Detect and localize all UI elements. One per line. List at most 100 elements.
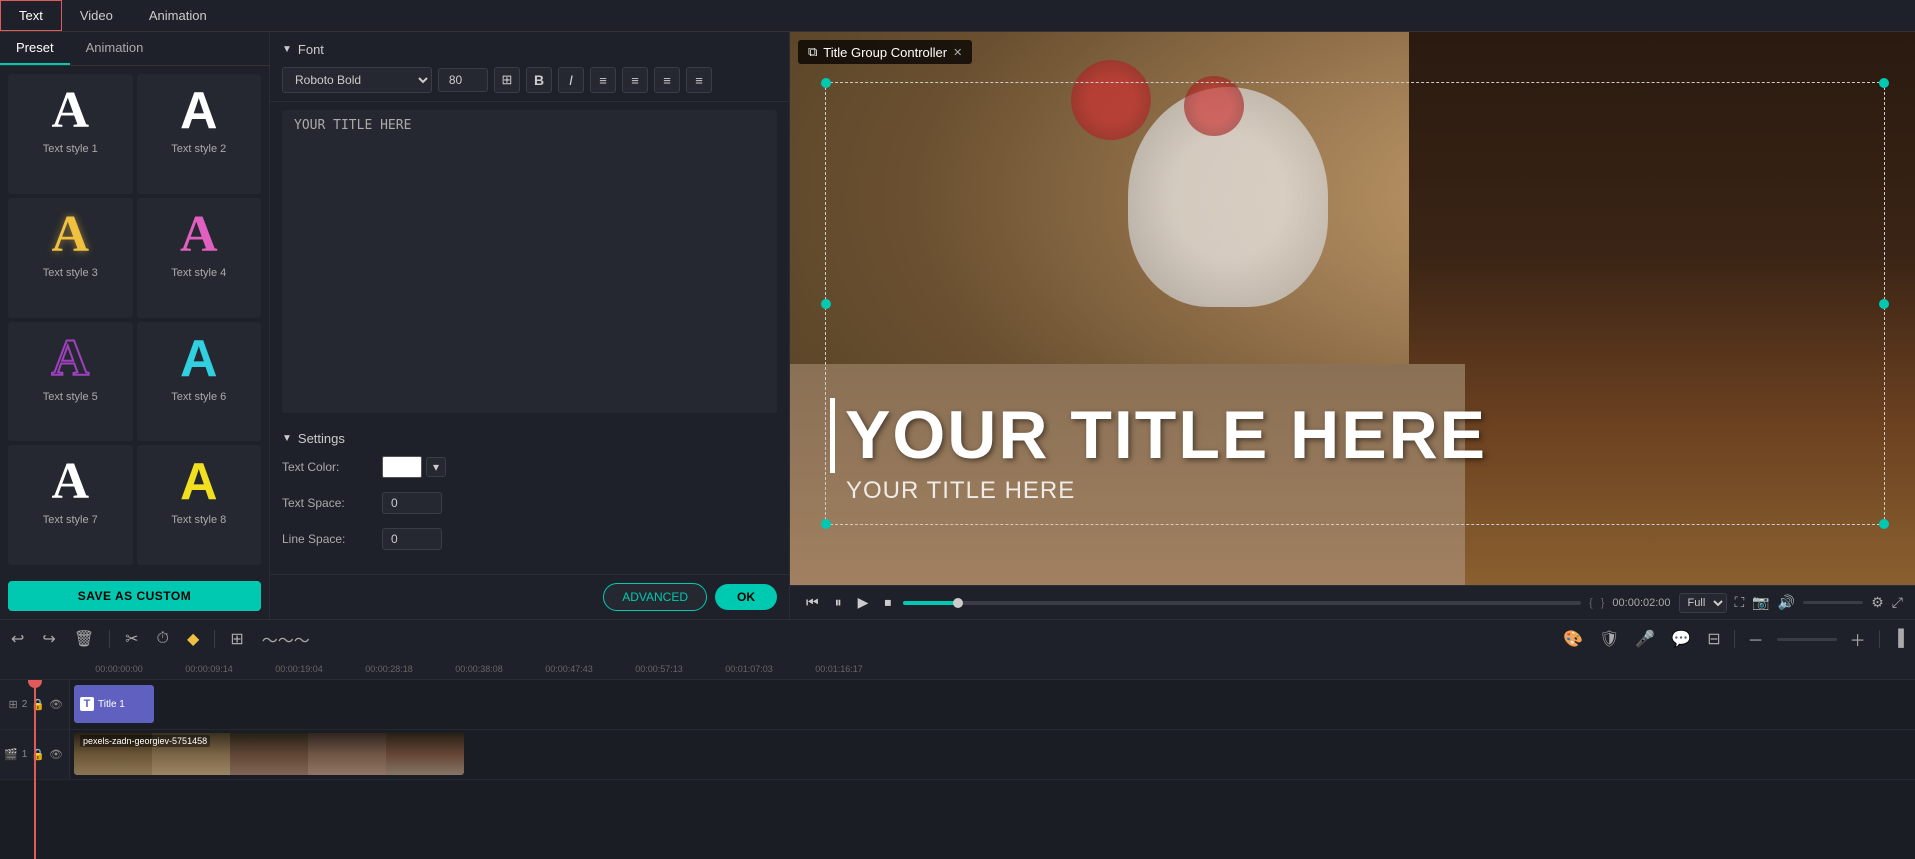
title-group-badge[interactable]: ⧉ Title Group Controller ✕ — [798, 40, 972, 64]
font-family-select[interactable]: Roboto Bold — [282, 67, 432, 93]
video-clip-label: pexels-zadn-georgiev-5751458 — [80, 735, 210, 747]
video-background: ⧉ Title Group Controller ✕ YOUR TITLE HE… — [790, 32, 1915, 585]
progress-bar[interactable] — [903, 601, 1581, 605]
subtitle-icon[interactable]: 💬 — [1668, 626, 1694, 652]
style-item-8[interactable]: A Text style 8 — [137, 445, 262, 565]
fullscreen-icon[interactable]: ⛶ — [1735, 594, 1745, 611]
color-grading-icon[interactable]: 🎨 — [1560, 626, 1586, 652]
ruler-mark-6: 00:00:57:13 — [614, 664, 704, 674]
title-text-input[interactable]: YOUR TITLE HERE — [294, 118, 765, 405]
title-group-close-icon[interactable]: ✕ — [953, 46, 962, 59]
style-item-1[interactable]: A Text style 1 — [8, 74, 133, 194]
mask-icon[interactable]: 🛡 — [1596, 626, 1622, 652]
italic-btn[interactable]: I — [558, 67, 584, 93]
audio-wave-icon[interactable]: 〜〜〜 — [259, 624, 313, 654]
panel-toggle-icon[interactable]: ▐ — [1890, 627, 1907, 651]
undo-icon[interactable]: ↩ — [8, 626, 27, 652]
separator-1 — [109, 630, 110, 648]
video-clip[interactable]: pexels-zadn-georgiev-5751458 — [74, 733, 464, 775]
track-label-2: 2 — [22, 699, 28, 710]
middle-panel: ▼ Font Roboto Bold ⊞ B I ≡ ≡ ≡ ≡ YOUR TI… — [270, 32, 790, 619]
style-label-2: Text style 2 — [171, 143, 226, 155]
column-icon-btn[interactable]: ⊞ — [494, 67, 520, 93]
subtab-preset[interactable]: Preset — [0, 32, 70, 65]
speaker-icon[interactable]: 🔊 — [1778, 594, 1795, 611]
play-button[interactable]: ▶ — [854, 592, 873, 613]
properties-icon[interactable]: ⊞ — [227, 626, 246, 652]
style-item-7[interactable]: A Text style 7 — [8, 445, 133, 565]
style-label-6: Text style 6 — [171, 391, 226, 403]
title-clip-icon: T — [80, 697, 94, 711]
ruler-mark-5: 00:00:47:43 — [524, 664, 614, 674]
advanced-button[interactable]: ADVANCED — [603, 583, 707, 611]
style-item-5[interactable]: A Text style 5 — [8, 322, 133, 442]
style-item-4[interactable]: A Text style 4 — [137, 198, 262, 318]
text-color-picker[interactable] — [382, 456, 422, 478]
zoom-slider[interactable] — [1777, 638, 1837, 641]
track-label-1: 1 — [22, 749, 28, 760]
tab-video[interactable]: Video — [62, 0, 131, 31]
track-eye-icon[interactable]: 👁 — [49, 698, 63, 711]
track-header-2: ⊞ 2 🔒 👁 — [0, 680, 70, 729]
track-video-icon: 🎬 — [4, 748, 18, 761]
track-row-1: 🎬 1 🔒 👁 pexels-zadn-georgiev-5751458 — [0, 730, 1915, 780]
align-center-btn[interactable]: ≡ — [622, 67, 648, 93]
justify-btn[interactable]: ≡ — [686, 67, 712, 93]
bold-btn[interactable]: B — [526, 67, 552, 93]
prev-frame-button[interactable]: ⏸ — [831, 592, 846, 613]
tab-animation[interactable]: Animation — [131, 0, 225, 31]
progress-thumb[interactable] — [953, 598, 963, 608]
style-preview-2: A — [180, 85, 218, 137]
style-preview-1: A — [51, 85, 89, 137]
right-controls: Full 1/2 1/4 ⛶ 📷 🔊 ⚙ ⤢ — [1679, 593, 1903, 613]
track1-eye-icon[interactable]: 👁 — [49, 748, 63, 761]
text-color-row: Text Color: ▾ — [282, 456, 777, 478]
cut-icon[interactable]: ✂ — [122, 626, 141, 652]
style-grid: A Text style 1 A Text style 2 A Text sty… — [0, 66, 269, 573]
track1-lock-icon[interactable]: 🔒 — [31, 748, 45, 761]
timeline-toolbar: ↩ ↪ 🗑 ✂ ⏱ ◆ ⊞ 〜〜〜 🎨 🛡 🎤 💬 ⊟ － ＋ ▐ — [0, 619, 1915, 658]
layout-icon[interactable]: ⊟ — [1704, 626, 1723, 652]
align-right-btn[interactable]: ≡ — [654, 67, 680, 93]
title-overlay: YOUR TITLE HERE YOUR TITLE HERE — [830, 398, 1875, 505]
style-label-4: Text style 4 — [171, 267, 226, 279]
font-section-header: ▼ Font — [282, 42, 777, 57]
track-lock-icon[interactable]: 🔒 — [31, 698, 45, 711]
keyframe-icon[interactable]: ◆ — [184, 626, 202, 652]
ruler-marks: 00:00:00:00 00:00:09:14 00:00:19:04 00:0… — [4, 664, 1911, 674]
tab-text[interactable]: Text — [0, 0, 62, 31]
rewind-button[interactable]: ⏮ — [802, 592, 823, 613]
timer-icon[interactable]: ⏱ — [154, 627, 172, 651]
screenshot-icon[interactable]: 📷 — [1752, 594, 1769, 611]
delete-icon[interactable]: 🗑 — [71, 626, 97, 652]
subtab-animation[interactable]: Animation — [70, 32, 160, 65]
quality-select[interactable]: Full 1/2 1/4 — [1679, 593, 1727, 613]
expand-icon[interactable]: ⤢ — [1892, 594, 1903, 611]
color-dropdown-btn[interactable]: ▾ — [426, 457, 446, 477]
zoom-in-icon[interactable]: ＋ — [1847, 624, 1869, 654]
redo-icon[interactable]: ↪ — [39, 626, 58, 652]
stop-button[interactable]: ⏹ — [880, 592, 895, 613]
line-space-input[interactable] — [382, 528, 442, 550]
ruler-mark-1: 00:00:09:14 — [164, 664, 254, 674]
text-space-input[interactable] — [382, 492, 442, 514]
ok-button[interactable]: OK — [715, 584, 777, 610]
align-left-btn[interactable]: ≡ — [590, 67, 616, 93]
volume-slider[interactable] — [1803, 601, 1863, 604]
font-size-input[interactable] — [438, 68, 488, 92]
handle-topleft[interactable] — [821, 78, 831, 88]
microphone-icon[interactable]: 🎤 — [1632, 626, 1658, 652]
zoom-out-icon[interactable]: － — [1745, 624, 1767, 654]
style-item-2[interactable]: A Text style 2 — [137, 74, 262, 194]
ruler-mark-4: 00:00:38:08 — [434, 664, 524, 674]
handle-middleleft[interactable] — [821, 299, 831, 309]
settings-icon[interactable]: ⚙ — [1871, 594, 1884, 611]
separator-3 — [1734, 630, 1735, 648]
style-item-3[interactable]: A Text style 3 — [8, 198, 133, 318]
title-clip[interactable]: T Title 1 — [74, 685, 154, 723]
style-preview-3: A — [51, 209, 89, 261]
style-item-6[interactable]: A Text style 6 — [137, 322, 262, 442]
ruler-mark-8: 00:01:16:17 — [794, 664, 884, 674]
main-title-text: YOUR TITLE HERE — [830, 398, 1875, 473]
save-as-custom-button[interactable]: SAVE AS CUSTOM — [8, 581, 261, 611]
